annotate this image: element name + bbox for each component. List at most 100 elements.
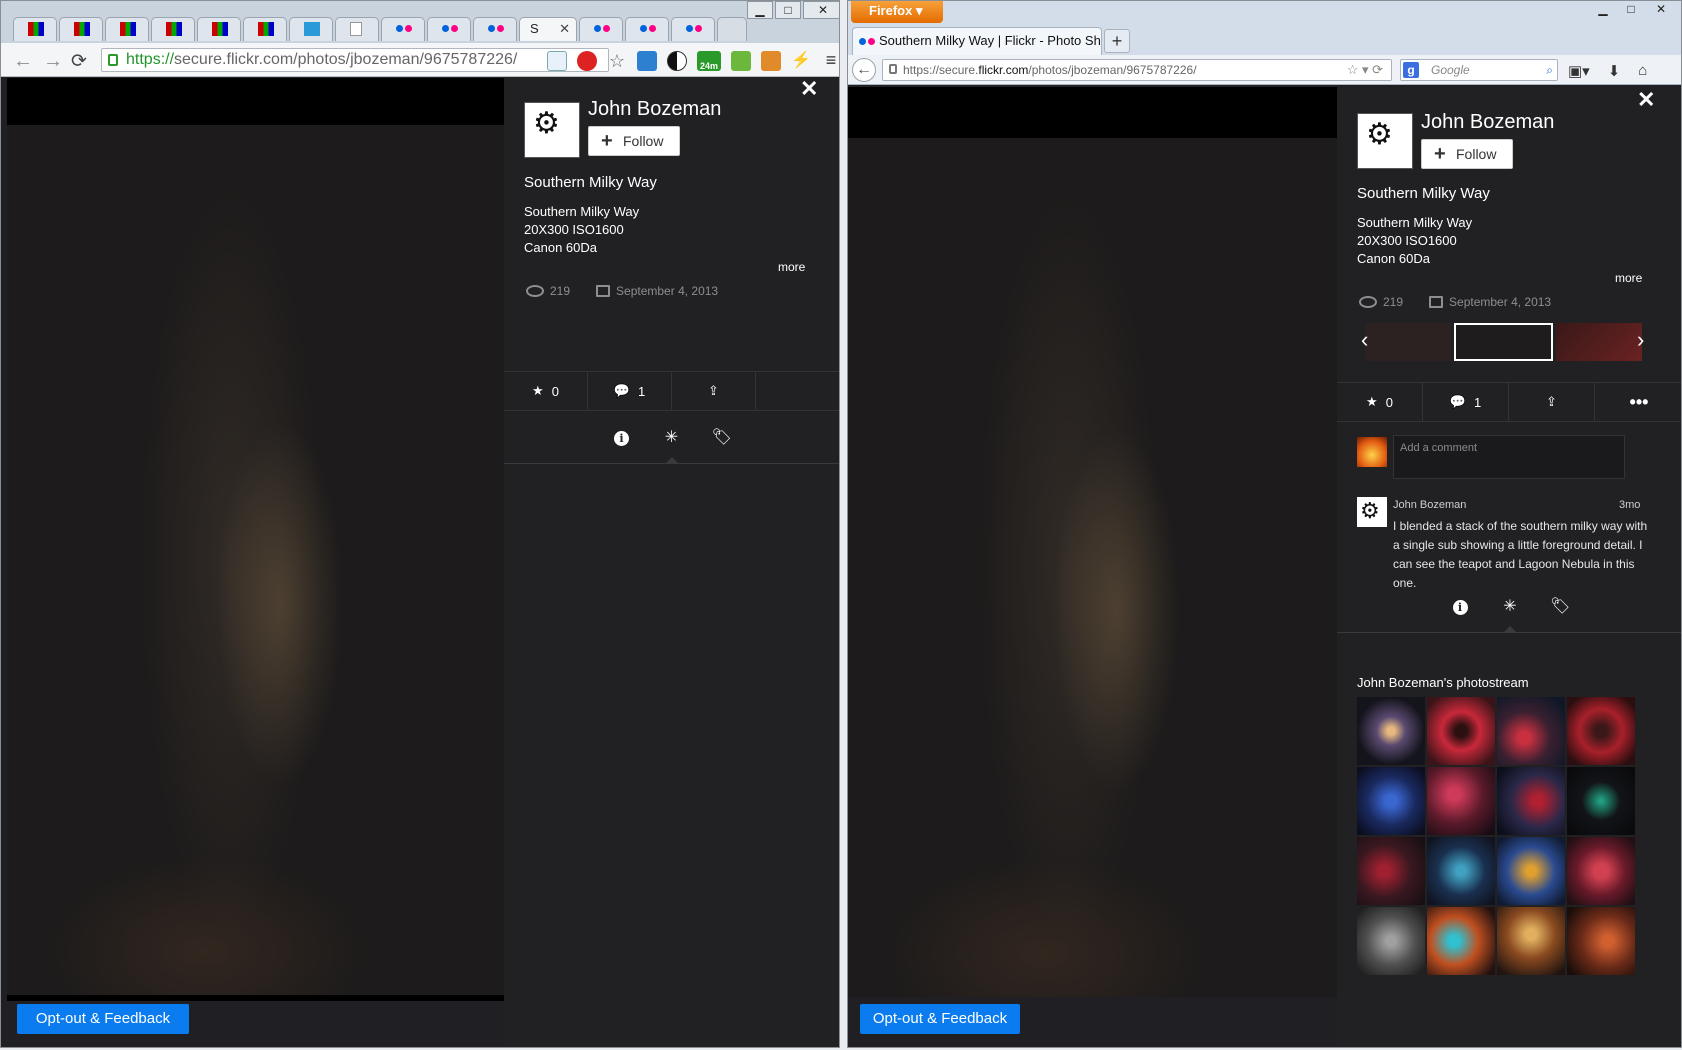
browser-tab[interactable] — [105, 17, 149, 41]
sparkle-icon[interactable]: ✳ — [1500, 597, 1520, 632]
close-icon[interactable]: ✕ — [1637, 87, 1655, 113]
comment-button[interactable]: 💬 1 — [588, 372, 672, 410]
extension-icon[interactable] — [761, 51, 781, 71]
milky-way-photo[interactable] — [848, 138, 1337, 997]
comment-button[interactable]: 💬 1 — [1423, 383, 1509, 421]
photostream-thumb[interactable] — [1427, 697, 1495, 765]
tag-icon[interactable]: 🏷 — [1550, 597, 1570, 617]
address-bar[interactable]: https://secure.flickr.com/photos/jbozema… — [882, 59, 1392, 81]
chevron-right-icon[interactable]: › — [1637, 327, 1644, 353]
address-bar[interactable]: https://secure.flickr.com/photos/jbozema… — [101, 48, 609, 72]
photostream-thumb[interactable] — [1497, 767, 1565, 835]
menu-icon[interactable]: ≡ — [821, 51, 839, 71]
filmstrip-thumb[interactable] — [1556, 323, 1642, 361]
avatar[interactable]: ⚙ — [524, 102, 580, 158]
extension-icon[interactable] — [731, 51, 751, 71]
browser-tab[interactable] — [427, 17, 471, 41]
tag-icon[interactable]: 🏷 — [712, 428, 732, 448]
photostream-thumb[interactable] — [1567, 767, 1635, 835]
owner-name[interactable]: John Bozeman — [1421, 111, 1554, 134]
photostream-thumb[interactable] — [1497, 697, 1565, 765]
back-icon[interactable]: ← — [13, 50, 33, 73]
browser-tab[interactable] — [381, 17, 425, 41]
comment-author[interactable]: John Bozeman — [1393, 499, 1466, 511]
more-actions-button[interactable]: ••• — [1595, 383, 1681, 421]
browser-tab[interactable] — [197, 17, 241, 41]
photostream-thumb[interactable] — [1357, 697, 1425, 765]
star-icon[interactable]: ☆ ▾ ⟳ — [1347, 60, 1383, 80]
contrast-icon[interactable] — [667, 51, 687, 71]
browser-tab[interactable] — [13, 17, 57, 41]
fave-button[interactable]: ★ 0 — [1337, 383, 1423, 421]
adblock-icon[interactable] — [577, 51, 597, 71]
search-input[interactable]: g Google ⌕ — [1400, 59, 1558, 81]
opt-out-feedback-button[interactable]: Opt-out & Feedback — [860, 1004, 1020, 1034]
bookmarks-icon[interactable]: ▣▾ — [1568, 62, 1590, 80]
reload-icon[interactable]: ⟳ — [71, 50, 87, 73]
translate-icon[interactable] — [637, 51, 657, 71]
more-link[interactable]: more — [1615, 271, 1642, 285]
browser-tab[interactable] — [473, 17, 517, 41]
browser-tab[interactable] — [625, 17, 669, 41]
timer-extension-icon[interactable]: 24m — [697, 51, 721, 71]
photostream-thumb[interactable] — [1357, 837, 1425, 905]
sparkle-icon[interactable]: ✳ — [662, 428, 682, 463]
close-icon[interactable]: ✕ — [1646, 1, 1676, 19]
search-icon[interactable]: ⌕ — [1546, 60, 1553, 80]
browser-tab[interactable] — [151, 17, 195, 41]
avatar[interactable]: ⚙ — [1357, 113, 1413, 169]
firefox-menu-button[interactable]: Firefox ▾ — [851, 1, 943, 23]
browser-tab[interactable] — [59, 17, 103, 41]
download-icon[interactable]: ⬇ — [1608, 62, 1621, 80]
milky-way-photo[interactable] — [7, 125, 504, 995]
photostream-thumb[interactable] — [1497, 837, 1565, 905]
browser-tab[interactable] — [579, 17, 623, 41]
browser-tab[interactable] — [243, 17, 287, 41]
back-icon[interactable]: ← — [852, 58, 876, 82]
owner-name[interactable]: John Bozeman — [588, 98, 721, 121]
new-tab-button[interactable]: + — [1104, 29, 1130, 53]
forward-icon[interactable]: → — [43, 50, 63, 73]
comment-input[interactable]: Add a comment — [1393, 435, 1625, 479]
photostream-thumb[interactable] — [1427, 767, 1495, 835]
extension-icon[interactable] — [547, 51, 567, 71]
opt-out-feedback-button[interactable]: Opt-out & Feedback — [17, 1004, 189, 1034]
photostream-thumb[interactable] — [1567, 907, 1635, 975]
photostream-thumb[interactable] — [1427, 907, 1495, 975]
minimize-icon[interactable]: ▁ — [747, 1, 773, 19]
lightning-icon[interactable]: ⚡ — [791, 51, 811, 71]
browser-tab-active[interactable]: Southern Milky Way | Flickr - Photo Shar… — [852, 27, 1102, 55]
photostream-thumb[interactable] — [1567, 697, 1635, 765]
minimize-icon[interactable]: ▁ — [1590, 1, 1616, 19]
photostream-thumb[interactable] — [1497, 907, 1565, 975]
browser-tab[interactable] — [671, 17, 715, 41]
maximize-icon[interactable]: □ — [775, 1, 801, 19]
browser-tab[interactable] — [289, 17, 333, 41]
photostream-thumb[interactable] — [1357, 767, 1425, 835]
comment-author-avatar[interactable]: ⚙ — [1357, 497, 1387, 527]
share-button[interactable]: ⇪ — [672, 372, 756, 410]
photostream-thumb[interactable] — [1357, 907, 1425, 975]
star-icon[interactable]: ☆ — [607, 51, 627, 71]
photostream-thumb[interactable] — [1427, 837, 1495, 905]
info-icon[interactable]: i — [1450, 597, 1470, 617]
browser-tab-active[interactable]: S ✕ — [519, 17, 577, 41]
close-icon[interactable]: ✕ — [559, 21, 570, 37]
browser-tab[interactable] — [335, 17, 379, 41]
photostream-title[interactable]: John Bozeman's photostream — [1357, 675, 1529, 690]
new-tab-button[interactable] — [717, 17, 747, 41]
home-icon[interactable]: ⌂ — [1638, 62, 1647, 80]
fave-button[interactable]: ★ 0 — [504, 372, 588, 410]
share-button[interactable]: ⇪ — [1509, 383, 1595, 421]
info-icon[interactable]: i — [612, 428, 632, 448]
filmstrip-thumb[interactable] — [1365, 323, 1451, 361]
follow-button[interactable]: + Follow — [588, 126, 680, 156]
chevron-left-icon[interactable]: ‹ — [1361, 327, 1368, 353]
maximize-icon[interactable]: □ — [1618, 1, 1644, 19]
close-icon[interactable]: ✕ — [800, 76, 818, 102]
filmstrip-thumb-current[interactable] — [1453, 323, 1554, 361]
more-link[interactable]: more — [778, 260, 805, 274]
follow-button[interactable]: + Follow — [1421, 139, 1513, 169]
close-icon[interactable]: ✕ — [803, 1, 839, 19]
photostream-thumb[interactable] — [1567, 837, 1635, 905]
